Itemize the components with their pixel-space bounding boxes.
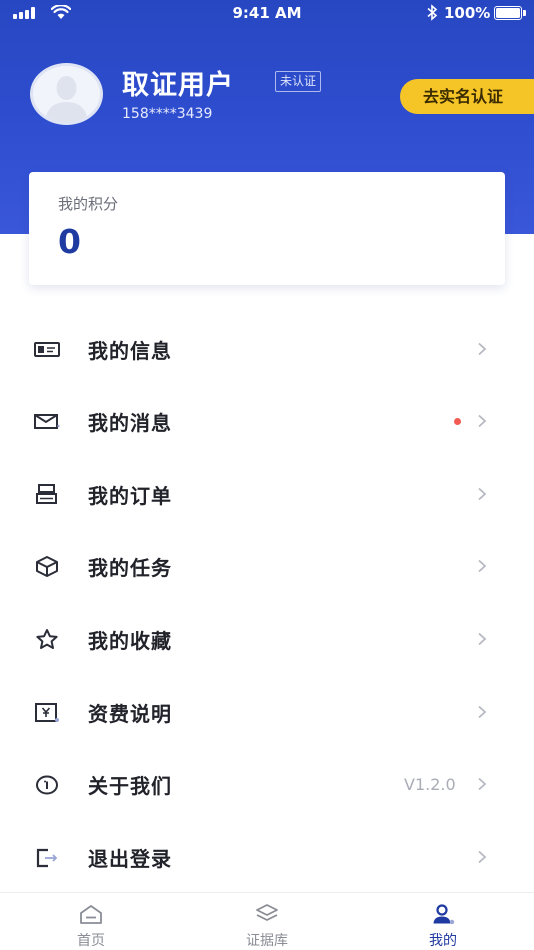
logout-icon <box>36 848 58 868</box>
menu-item-my-tasks[interactable]: 我的任务 <box>0 530 534 602</box>
menu-item-my-favorites[interactable]: 我的收藏 <box>0 603 534 675</box>
cube-icon <box>36 556 58 577</box>
unread-dot <box>454 418 461 425</box>
info-icon <box>36 775 58 795</box>
menu-item-logout[interactable]: 退出登录 <box>0 821 534 893</box>
menu-label: 我的信息 <box>88 339 172 363</box>
user-name: 取证用户 <box>122 70 234 101</box>
home-icon <box>80 905 102 924</box>
order-icon <box>36 484 57 504</box>
menu-item-my-orders[interactable]: 我的订单 <box>0 458 534 530</box>
points-label: 我的积分 <box>58 195 119 213</box>
menu-label: 我的消息 <box>88 411 172 435</box>
chevron-right-icon <box>478 705 487 719</box>
points-value: 0 <box>58 222 81 261</box>
menu-item-about-us[interactable]: 关于我们 V1.2.0 <box>0 748 534 820</box>
tab-label: 我的 <box>429 933 457 949</box>
menu-item-my-info[interactable]: 我的信息 <box>0 313 534 385</box>
star-icon <box>36 629 58 649</box>
avatar[interactable] <box>30 63 103 125</box>
menu-label: 我的订单 <box>88 484 172 508</box>
tab-home[interactable]: 首页 <box>31 893 151 950</box>
tab-evidence-library[interactable]: 证据库 <box>207 893 327 950</box>
status-bar: 9:41 AM 100% <box>0 0 534 26</box>
default-avatar-icon <box>45 76 88 122</box>
tab-mine[interactable]: 我的 <box>383 893 503 950</box>
battery-percent: 100% <box>444 4 491 22</box>
tab-bar: 首页 证据库 我的 <box>0 892 534 950</box>
chevron-right-icon <box>478 342 487 356</box>
points-card[interactable]: 我的积分 0 <box>29 172 505 285</box>
fee-icon <box>35 703 59 722</box>
user-phone: 158****3439 <box>122 106 213 122</box>
profile-screen: 9:41 AM 100% 取证用户 未认证 158****3439 去实名认证 … <box>0 0 534 950</box>
chevron-right-icon <box>478 632 487 646</box>
menu-label: 关于我们 <box>88 774 172 798</box>
user-icon <box>433 904 455 925</box>
menu-label: 我的收藏 <box>88 629 172 653</box>
chevron-right-icon <box>478 487 487 501</box>
realname-verify-button[interactable]: 去实名认证 <box>400 79 534 114</box>
tab-label: 首页 <box>77 933 105 949</box>
mail-icon <box>34 414 60 429</box>
chevron-right-icon <box>478 559 487 573</box>
bluetooth-icon <box>427 4 438 21</box>
menu-label: 资费说明 <box>88 702 172 726</box>
menu-item-fee-info[interactable]: 资费说明 <box>0 676 534 748</box>
chevron-right-icon <box>478 850 487 864</box>
menu-label: 我的任务 <box>88 556 172 580</box>
tab-label: 证据库 <box>246 933 288 949</box>
app-version: V1.2.0 <box>404 775 456 794</box>
layers-icon <box>256 904 278 921</box>
menu-item-my-messages[interactable]: 我的消息 <box>0 385 534 457</box>
chevron-right-icon <box>478 414 487 428</box>
menu-label: 退出登录 <box>88 847 172 871</box>
id-card-icon <box>34 342 60 357</box>
verify-status-badge: 未认证 <box>275 71 322 92</box>
battery-icon <box>494 6 526 20</box>
chevron-right-icon <box>478 777 487 791</box>
